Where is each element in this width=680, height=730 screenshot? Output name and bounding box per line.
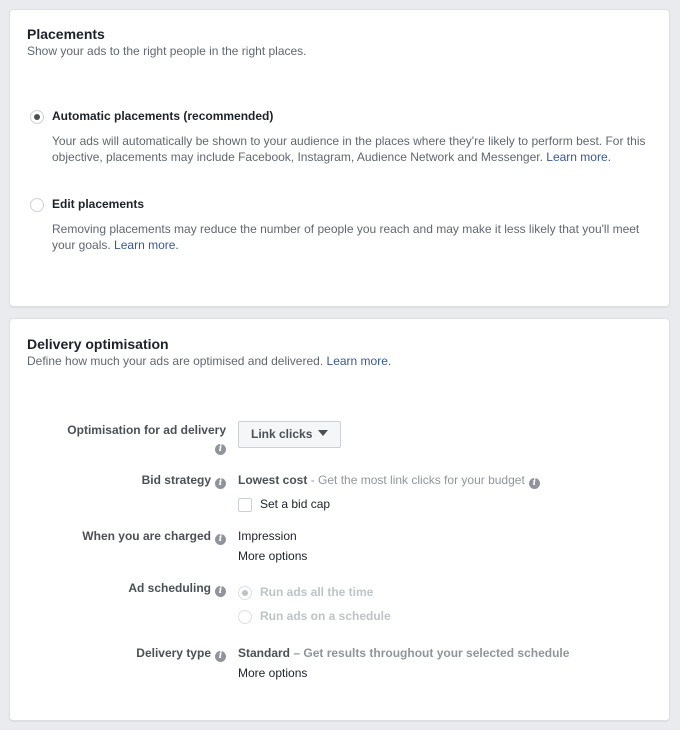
delivery-learn-more-link[interactable]: Learn more. [327,354,392,368]
delivery-type-label: Delivery type i [136,646,226,662]
edit-placements-description: Removing placements may reduce the numbe… [52,221,652,253]
bid-cap-label[interactable]: Set a bid cap [260,497,330,511]
bid-strategy-description: - Get the most link clicks for your budg… [307,473,525,487]
info-icon[interactable]: i [215,586,226,597]
edit-placements-learn-more-link[interactable]: Learn more. [114,238,179,252]
placements-title: Placements [27,26,105,42]
optimisation-label-text: Optimisation for ad delivery [67,423,226,437]
charged-label-text: When you are charged [82,529,211,543]
info-icon[interactable]: i [215,444,226,455]
delivery-type-label-text: Delivery type [136,646,211,660]
charged-label: When you are charged i [82,529,226,545]
bid-strategy-label: Bid strategy i [142,473,226,489]
edit-placements-radio[interactable] [30,198,44,212]
scheduling-label: Ad scheduling i [128,581,226,597]
delivery-optimisation-card: Delivery optimisation Define how much yo… [9,318,670,721]
delivery-type-description: – Get results throughout your selected s… [290,646,570,660]
automatic-placements-radio[interactable] [30,110,44,124]
info-icon[interactable]: i [528,478,540,489]
bid-strategy-value: Lowest cost - Get the most link clicks f… [238,473,540,489]
placements-card: Placements Show your ads to the right pe… [9,9,670,307]
bid-strategy-label-text: Bid strategy [141,473,211,487]
charged-value: Impression [238,529,297,543]
delivery-title: Delivery optimisation [27,336,169,352]
optimisation-dropdown[interactable]: Link clicks [238,421,342,448]
delivery-type-value-text: Standard [238,646,291,660]
placements-subtitle: Show your ads to the right people in the… [27,44,307,58]
delivery-type-more-options-link[interactable]: More options [238,666,307,680]
edit-placements-label[interactable]: Edit placements [52,197,144,211]
run-all-time-label[interactable]: Run ads all the time [260,585,373,599]
info-icon[interactable]: i [215,651,226,662]
run-on-schedule-label[interactable]: Run ads on a schedule [260,609,391,623]
automatic-placements-description: Your ads will automatically be shown to … [52,133,652,165]
optimisation-value: Link clicks [251,427,313,441]
run-all-time-radio[interactable] [238,586,252,600]
charged-more-options-link[interactable]: More options [238,549,307,563]
automatic-placements-label[interactable]: Automatic placements (recommended) [52,109,273,123]
run-on-schedule-radio[interactable] [238,610,252,624]
automatic-placements-learn-more-link[interactable]: Learn more. [546,150,611,164]
caret-down-icon [318,430,329,436]
bid-strategy-value-text: Lowest cost [238,473,308,487]
delivery-subtitle: Define how much your ads are optimised a… [27,354,391,368]
info-icon[interactable]: i [215,534,226,545]
delivery-subtitle-text: Define how much your ads are optimised a… [27,354,324,368]
bid-cap-checkbox[interactable] [238,498,252,512]
optimisation-label: Optimisation for ad delivery i [67,422,226,455]
delivery-type-value: Standard – Get results throughout your s… [238,646,569,660]
info-icon[interactable]: i [215,478,226,489]
scheduling-label-text: Ad scheduling [128,581,211,595]
